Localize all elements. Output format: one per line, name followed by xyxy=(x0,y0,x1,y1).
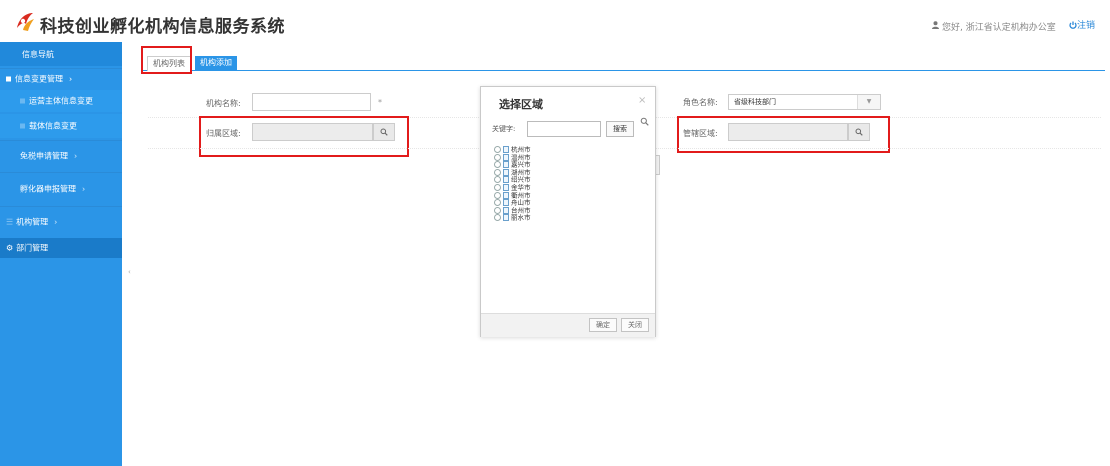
sidebar-heading-label: 信息导航 xyxy=(22,50,54,59)
org-icon: ☰ xyxy=(6,217,14,227)
file-icon xyxy=(503,146,509,153)
close-button[interactable]: 关闭 xyxy=(621,318,649,332)
sidebar-item-label: 孵化器申报管理 xyxy=(20,184,76,194)
region-tree: 杭州市 温州市 嘉兴市 湖州市 绍兴市 金华市 衢州市 舟山市 台州市 丽水市 xyxy=(494,146,531,222)
logout-label: 注销 xyxy=(1077,21,1096,31)
sidebar-item-label: 载体信息变更 xyxy=(29,121,77,131)
chevron-down-icon: ▼ xyxy=(857,95,880,109)
sidebar-item-carrier-change[interactable]: 载体信息变更 xyxy=(0,114,122,138)
power-icon xyxy=(1069,21,1077,29)
file-icon xyxy=(503,206,509,214)
highlight-box xyxy=(141,46,192,74)
radio-icon[interactable] xyxy=(494,206,501,214)
role-select[interactable]: 省级科技部门 ▼ xyxy=(728,94,881,110)
radio-icon[interactable] xyxy=(494,191,501,199)
sidebar: 信息导航 信息变更管理 › 运营主体信息变更 载体信息变更 免税申请管理 › 孵化器… xyxy=(0,42,122,466)
search-button[interactable]: 搜索 xyxy=(606,121,634,137)
file-icon xyxy=(503,214,509,222)
sidebar-item-label: 机构管理 xyxy=(16,217,49,227)
sidebar-item-info-change[interactable]: 信息变更管理 › xyxy=(0,68,122,89)
square-icon xyxy=(20,98,25,104)
role-select-value: 省级科技部门 xyxy=(734,98,776,106)
confirm-button[interactable]: 确定 xyxy=(589,318,617,332)
sidebar-item-label: 部门管理 xyxy=(16,243,49,253)
file-icon xyxy=(503,153,509,161)
sidebar-item-org-manage[interactable]: ☰ 机构管理 › xyxy=(0,206,122,237)
logo-icon xyxy=(17,13,34,31)
radio-icon[interactable] xyxy=(494,199,501,207)
sidebar-item-incubator[interactable]: 孵化器申报管理 › xyxy=(0,172,122,205)
chevron-right-icon: › xyxy=(69,74,73,84)
sidebar-heading: 信息导航 xyxy=(0,42,122,66)
required-mark: * xyxy=(378,98,382,107)
file-icon xyxy=(503,168,509,176)
chevron-right-icon: › xyxy=(82,184,86,194)
dialog-footer: 确定 关闭 xyxy=(481,313,655,337)
square-icon xyxy=(20,123,25,129)
user-icon xyxy=(932,21,939,29)
radio-icon[interactable] xyxy=(494,214,501,222)
file-icon xyxy=(503,183,509,191)
chevron-right-icon: › xyxy=(54,217,58,227)
chevron-right-icon: › xyxy=(74,151,78,161)
file-icon xyxy=(503,199,509,207)
sidebar-item-tax-exempt[interactable]: 免税申请管理 › xyxy=(0,140,122,171)
org-name-input[interactable] xyxy=(252,93,371,111)
radio-icon[interactable] xyxy=(494,183,501,191)
sidebar-item-dept-manage[interactable]: ⚙ 部门管理 xyxy=(0,238,122,258)
file-icon xyxy=(503,161,509,169)
app-header: 科技创业孵化机构信息服务系统 您好, 浙江省认定机构办公室 注销 xyxy=(0,0,1110,42)
radio-icon[interactable] xyxy=(494,161,501,169)
radio-icon[interactable] xyxy=(494,176,501,184)
keyword-label: 关键字: xyxy=(492,125,516,133)
radio-icon[interactable] xyxy=(494,153,501,161)
sidebar-item-operator-change[interactable]: 运营主体信息变更 xyxy=(0,90,122,112)
sidebar-collapse-handle[interactable]: ‹ xyxy=(128,268,131,276)
file-icon xyxy=(503,176,509,184)
dialog-title: 选择区域 xyxy=(499,98,543,111)
sidebar-item-label: 运营主体信息变更 xyxy=(29,96,93,106)
radio-icon[interactable] xyxy=(494,146,501,153)
keyword-input[interactable] xyxy=(527,121,601,137)
app-title: 科技创业孵化机构信息服务系统 xyxy=(40,17,285,37)
sidebar-item-label: 信息变更管理 xyxy=(15,74,63,84)
search-icon[interactable] xyxy=(640,117,649,126)
tree-node[interactable]: 丽水市 xyxy=(494,214,531,222)
radio-icon[interactable] xyxy=(494,168,501,176)
gear-icon: ⚙ xyxy=(6,243,14,253)
tab-bar: 机构列表 机构添加 xyxy=(143,52,1105,71)
region-picker-dialog: 选择区域 × 关键字: 搜索 杭州市 温州市 嘉兴市 湖州市 绍兴市 金华市 衢州市 舟山市台… xyxy=(480,86,656,337)
highlight-box xyxy=(199,116,409,157)
org-name-label: 机构名称: xyxy=(206,99,241,108)
file-icon xyxy=(503,191,509,199)
square-icon xyxy=(6,76,11,82)
user-greeting: 您好, 浙江省认定机构办公室 xyxy=(942,23,1056,33)
close-icon[interactable]: × xyxy=(638,95,646,106)
tab-org-add[interactable]: 机构添加 xyxy=(195,56,237,70)
sidebar-item-label: 免税申请管理 xyxy=(20,151,68,161)
logout-button[interactable]: 注销 xyxy=(1069,18,1095,31)
role-label: 角色名称: xyxy=(683,98,718,107)
tree-node-label: 丽水市 xyxy=(511,213,531,222)
